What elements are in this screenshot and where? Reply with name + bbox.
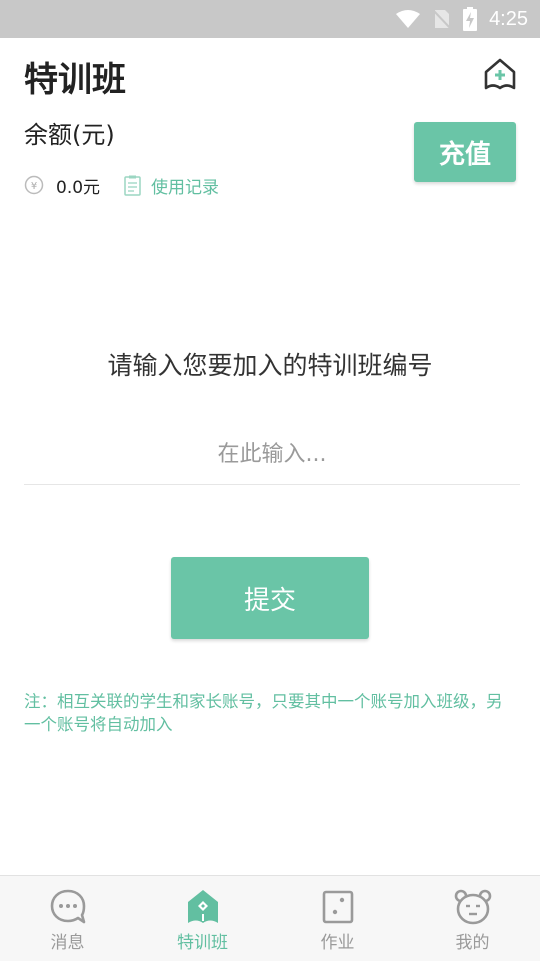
balance-value: 0.0元 (56, 177, 101, 198)
tab-class-label: 特训班 (177, 933, 228, 953)
submit-button[interactable]: 提交 (171, 557, 369, 639)
yuan-coin-icon: ¥ (24, 175, 44, 195)
tab-class[interactable]: 特训班 (135, 876, 270, 961)
homework-icon (322, 890, 353, 924)
svg-text:¥: ¥ (31, 181, 37, 192)
join-prompt: 请输入您要加入的特训班编号 (107, 351, 433, 380)
tab-messages[interactable]: 消息 (0, 876, 135, 961)
profile-icon (454, 889, 491, 925)
page-title: 特训班 (24, 60, 126, 100)
join-note: 注：相互关联的学生和家长账号，只要其中一个账号加入班级，另一个账号将自动加入 (24, 692, 503, 734)
status-time: 4:25 (489, 7, 528, 30)
usage-records-label: 使用记录 (151, 177, 220, 198)
recharge-button[interactable]: 充值 (414, 122, 516, 182)
status-icons: 4:25 (395, 0, 528, 38)
wifi-icon (396, 10, 421, 28)
class-icon (187, 890, 218, 923)
no-sim-icon (433, 9, 452, 30)
bottom-tab-bar: 消息 特训班 作业 我的 (0, 875, 540, 961)
tab-profile[interactable]: 我的 (405, 876, 540, 961)
tab-homework[interactable]: 作业 (270, 876, 405, 961)
tab-homework-label: 作业 (320, 933, 355, 953)
class-add-icon[interactable] (482, 56, 518, 92)
clipboard-icon (124, 175, 141, 196)
battery-charging-icon (463, 7, 478, 31)
class-code-input[interactable] (24, 424, 520, 485)
usage-records-link[interactable]: 使用记录 (124, 173, 219, 198)
tab-profile-label: 我的 (455, 933, 490, 953)
message-icon (50, 889, 85, 924)
status-bar: 4:25 (0, 0, 540, 38)
balance-label: 余额(元) (24, 121, 115, 149)
balance-row: ¥ 0.0元 使用记录 (24, 171, 219, 199)
tab-messages-label: 消息 (50, 933, 85, 953)
